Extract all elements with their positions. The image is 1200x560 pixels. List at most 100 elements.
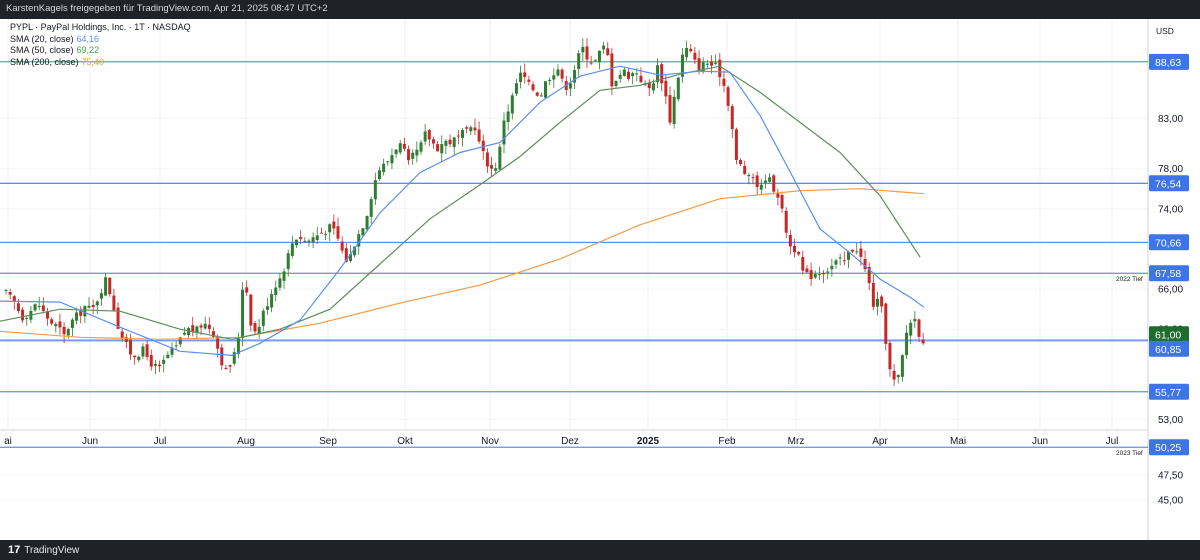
candle: [602, 41, 606, 54]
candle-body: [332, 221, 336, 229]
candle: [876, 291, 879, 316]
candle: [448, 134, 452, 148]
price-badge-label: 67,58: [1155, 268, 1181, 280]
price-tick-label: 47,50: [1158, 470, 1183, 481]
candle: [776, 188, 780, 206]
candle-body: [336, 226, 340, 239]
candle-body: [382, 163, 386, 173]
candle: [386, 160, 390, 166]
candle-body: [871, 282, 875, 307]
candle-body: [739, 159, 743, 165]
candle-body: [162, 359, 166, 364]
candle-body: [809, 270, 813, 280]
candle: [315, 226, 319, 244]
candle: [469, 125, 473, 136]
candle: [888, 340, 892, 377]
candle-body: [207, 324, 211, 329]
candle-body: [759, 184, 763, 190]
candle: [668, 86, 672, 126]
candle: [672, 89, 676, 129]
candle-body: [16, 303, 20, 312]
candle-body: [826, 271, 830, 273]
candle: [506, 104, 510, 131]
candle: [822, 270, 826, 283]
candle-body: [880, 296, 884, 307]
candle: [278, 273, 282, 291]
candle-body: [498, 146, 502, 170]
candle-body: [556, 69, 560, 76]
candle: [763, 174, 767, 189]
candle: [95, 300, 99, 315]
candle: [539, 92, 543, 97]
time-axis-ticks[interactable]: ai Jun Jul Aug Sep Okt Nov Dez 2025 Feb Mrz Apr Mai J…: [4, 436, 1118, 447]
candle: [253, 320, 257, 335]
candle-body: [340, 241, 344, 251]
sma200-legend[interactable]: SMA (200, close) 75,40: [10, 57, 191, 69]
candle-body: [220, 347, 224, 366]
candle: [328, 223, 332, 241]
candle-body: [722, 78, 726, 86]
candle-body: [461, 130, 464, 138]
candle: [232, 347, 236, 366]
candle-body: [50, 319, 54, 324]
candle: [440, 135, 444, 162]
candle: [855, 242, 859, 255]
candle-body: [58, 321, 62, 328]
candle-body: [768, 177, 772, 182]
candle: [162, 355, 166, 373]
candle-body: [510, 95, 514, 114]
candle-body: [224, 367, 228, 369]
time-tick-label: Jun: [1032, 436, 1048, 447]
candle-body: [37, 306, 41, 308]
tradingview-logo[interactable]: 17 TradingView: [8, 543, 79, 557]
candle: [120, 327, 124, 342]
candle-body: [718, 59, 722, 78]
candle: [801, 250, 805, 275]
candle: [494, 162, 498, 174]
candle: [54, 322, 58, 333]
candle-body: [465, 127, 469, 129]
candle: [373, 172, 377, 205]
candle: [714, 54, 718, 66]
candle: [265, 298, 269, 315]
symbol-line[interactable]: PYPL · PayPal Holdings, Inc. · 1T · NASD…: [10, 22, 191, 34]
price-badge-label: 50,25: [1155, 442, 1181, 454]
candle-body: [900, 355, 904, 377]
candle-body: [896, 374, 900, 378]
time-tick-label: Okt: [397, 436, 413, 447]
candle-body: [560, 69, 564, 79]
candle: [880, 294, 884, 313]
candle-body: [668, 95, 672, 123]
candle-body: [290, 243, 294, 256]
bottom-brand-bar: 17 TradingView: [0, 540, 1200, 560]
candle-body: [577, 53, 581, 70]
candle: [46, 307, 49, 326]
candle: [112, 288, 116, 312]
candle-body: [851, 249, 855, 252]
price-chart[interactable]: 2022 Tief2023 Tief 45,0047,5053,0062,006…: [0, 0, 1200, 560]
candle: [41, 297, 45, 314]
candle-body: [710, 61, 713, 66]
price-tick-label: 83,00: [1158, 114, 1183, 125]
candle-body: [87, 305, 91, 308]
candle-body: [726, 87, 730, 106]
candle-body: [91, 305, 95, 308]
candle: [531, 81, 535, 92]
candle: [573, 65, 577, 90]
candle-body: [905, 332, 909, 356]
candle: [257, 318, 261, 339]
candle-body: [12, 296, 16, 302]
candle: [552, 68, 556, 88]
grid-layer: [0, 19, 1148, 501]
candle: [4, 289, 8, 295]
candle-body: [506, 111, 510, 122]
sma20-legend[interactable]: SMA (20, close) 64,16: [10, 34, 191, 46]
candle-body: [407, 149, 411, 161]
candle-body: [241, 289, 245, 339]
time-tick-label: Apr: [872, 436, 888, 447]
candle: [514, 78, 518, 96]
sma50-legend[interactable]: SMA (50, close) 69,22: [10, 45, 191, 57]
candle-body: [714, 62, 718, 64]
candle-body: [763, 180, 767, 183]
candle-body: [158, 364, 162, 367]
